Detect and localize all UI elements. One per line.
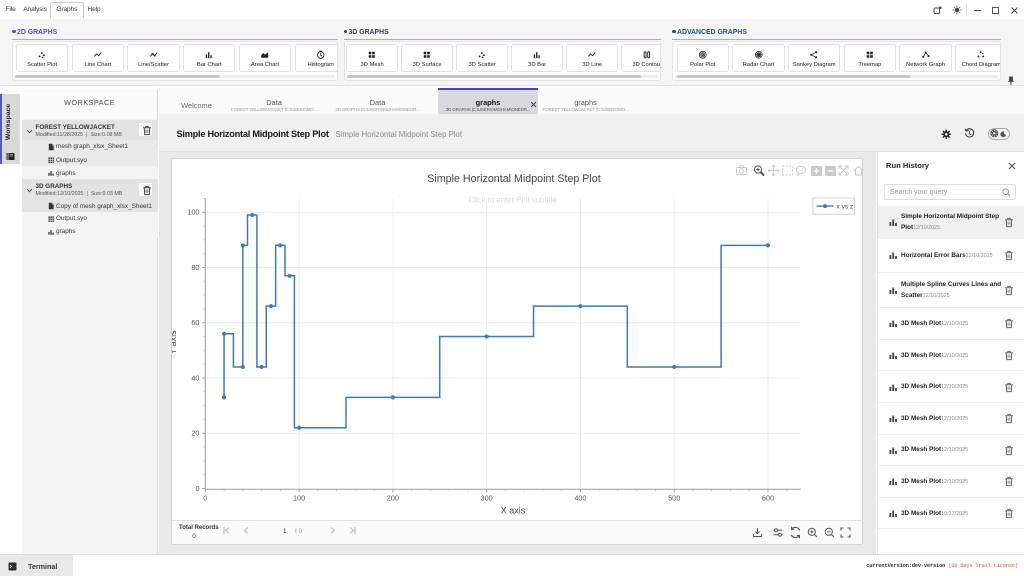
svg-text:100: 100 [187, 208, 199, 217]
svg-text:Simple Horizontal Midpoint Ste: Simple Horizontal Midpoint Step Plot [427, 173, 600, 185]
svg-text:40: 40 [191, 373, 199, 382]
svg-text:Y axis: Y axis [172, 330, 178, 355]
svg-text:400: 400 [574, 494, 586, 503]
svg-text:60: 60 [191, 318, 199, 327]
svg-text:500: 500 [668, 494, 680, 503]
svg-text:X axis: X axis [501, 506, 526, 516]
svg-text:600: 600 [762, 494, 774, 503]
svg-text:x vs z: x vs z [837, 204, 854, 211]
svg-text:80: 80 [191, 263, 199, 272]
svg-text:0: 0 [195, 484, 199, 493]
svg-text:200: 200 [387, 494, 399, 503]
svg-text:100: 100 [293, 494, 305, 503]
svg-text:20: 20 [191, 429, 199, 438]
svg-text:0: 0 [203, 494, 207, 503]
svg-text:300: 300 [481, 494, 493, 503]
svg-text:Click to enter Plot subtitle: Click to enter Plot subtitle [469, 196, 557, 205]
